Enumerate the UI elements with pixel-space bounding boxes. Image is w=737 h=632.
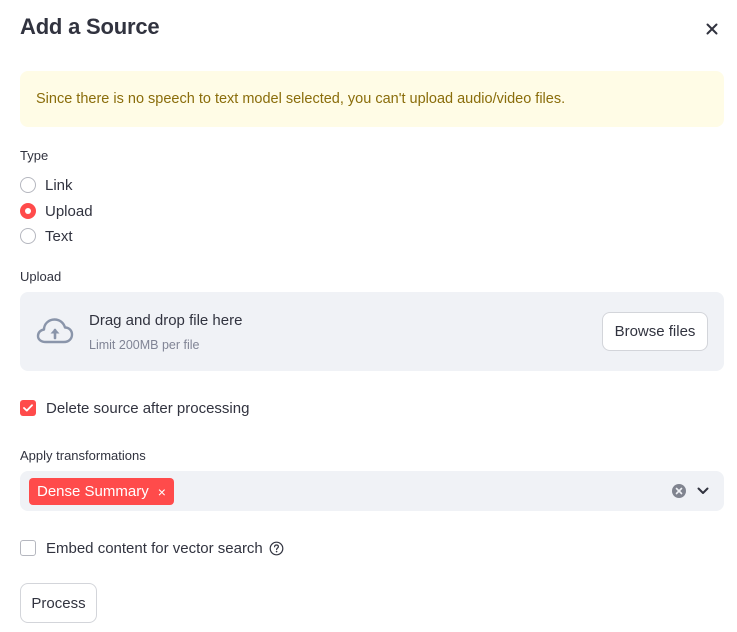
upload-label: Upload <box>20 269 62 284</box>
radio-label: Text <box>45 227 73 245</box>
radio-upload[interactable]: Upload <box>20 200 93 222</box>
clear-all-icon[interactable] <box>671 483 687 499</box>
radio-link[interactable]: Link <box>20 174 73 196</box>
browse-files-button[interactable]: Browse files <box>602 312 708 351</box>
embed-checkbox-row[interactable]: Embed content for vector search <box>20 537 284 559</box>
chevron-down-icon[interactable] <box>696 485 710 497</box>
close-icon <box>706 23 718 35</box>
type-label: Type <box>20 148 49 163</box>
radio-circle <box>20 177 36 193</box>
transformations-multiselect[interactable]: Dense Summary × <box>20 471 724 511</box>
delete-source-checkbox-row[interactable]: Delete source after processing <box>20 397 249 419</box>
warning-banner: Since there is no speech to text model s… <box>20 71 724 127</box>
add-source-dialog: Add a Source Since there is no speech to… <box>0 0 737 632</box>
tag-label: Dense Summary <box>37 483 149 500</box>
embed-label: Embed content for vector search <box>46 539 263 557</box>
warning-text: Since there is no speech to text model s… <box>36 91 566 107</box>
tag-remove-icon[interactable]: × <box>158 485 166 499</box>
transformations-label: Apply transformations <box>20 448 146 463</box>
process-button[interactable]: Process <box>20 583 97 623</box>
radio-label: Link <box>45 176 73 194</box>
radio-circle <box>20 228 36 244</box>
radio-circle-selected <box>20 203 36 219</box>
radio-label: Upload <box>45 202 93 220</box>
delete-source-checkbox[interactable] <box>20 400 36 416</box>
file-dropzone[interactable]: Drag and drop file here Limit 200MB per … <box>20 292 724 371</box>
check-icon <box>23 404 33 412</box>
selected-tag: Dense Summary × <box>29 478 174 505</box>
embed-checkbox[interactable] <box>20 540 36 556</box>
help-icon[interactable] <box>269 541 284 556</box>
delete-source-label: Delete source after processing <box>46 399 250 417</box>
dialog-title: Add a Source <box>20 14 160 39</box>
close-button[interactable] <box>700 17 724 41</box>
drop-text: Drag and drop file here <box>89 312 243 329</box>
limit-text: Limit 200MB per file <box>89 338 200 352</box>
radio-text[interactable]: Text <box>20 225 73 247</box>
cloud-upload-icon <box>36 318 74 344</box>
